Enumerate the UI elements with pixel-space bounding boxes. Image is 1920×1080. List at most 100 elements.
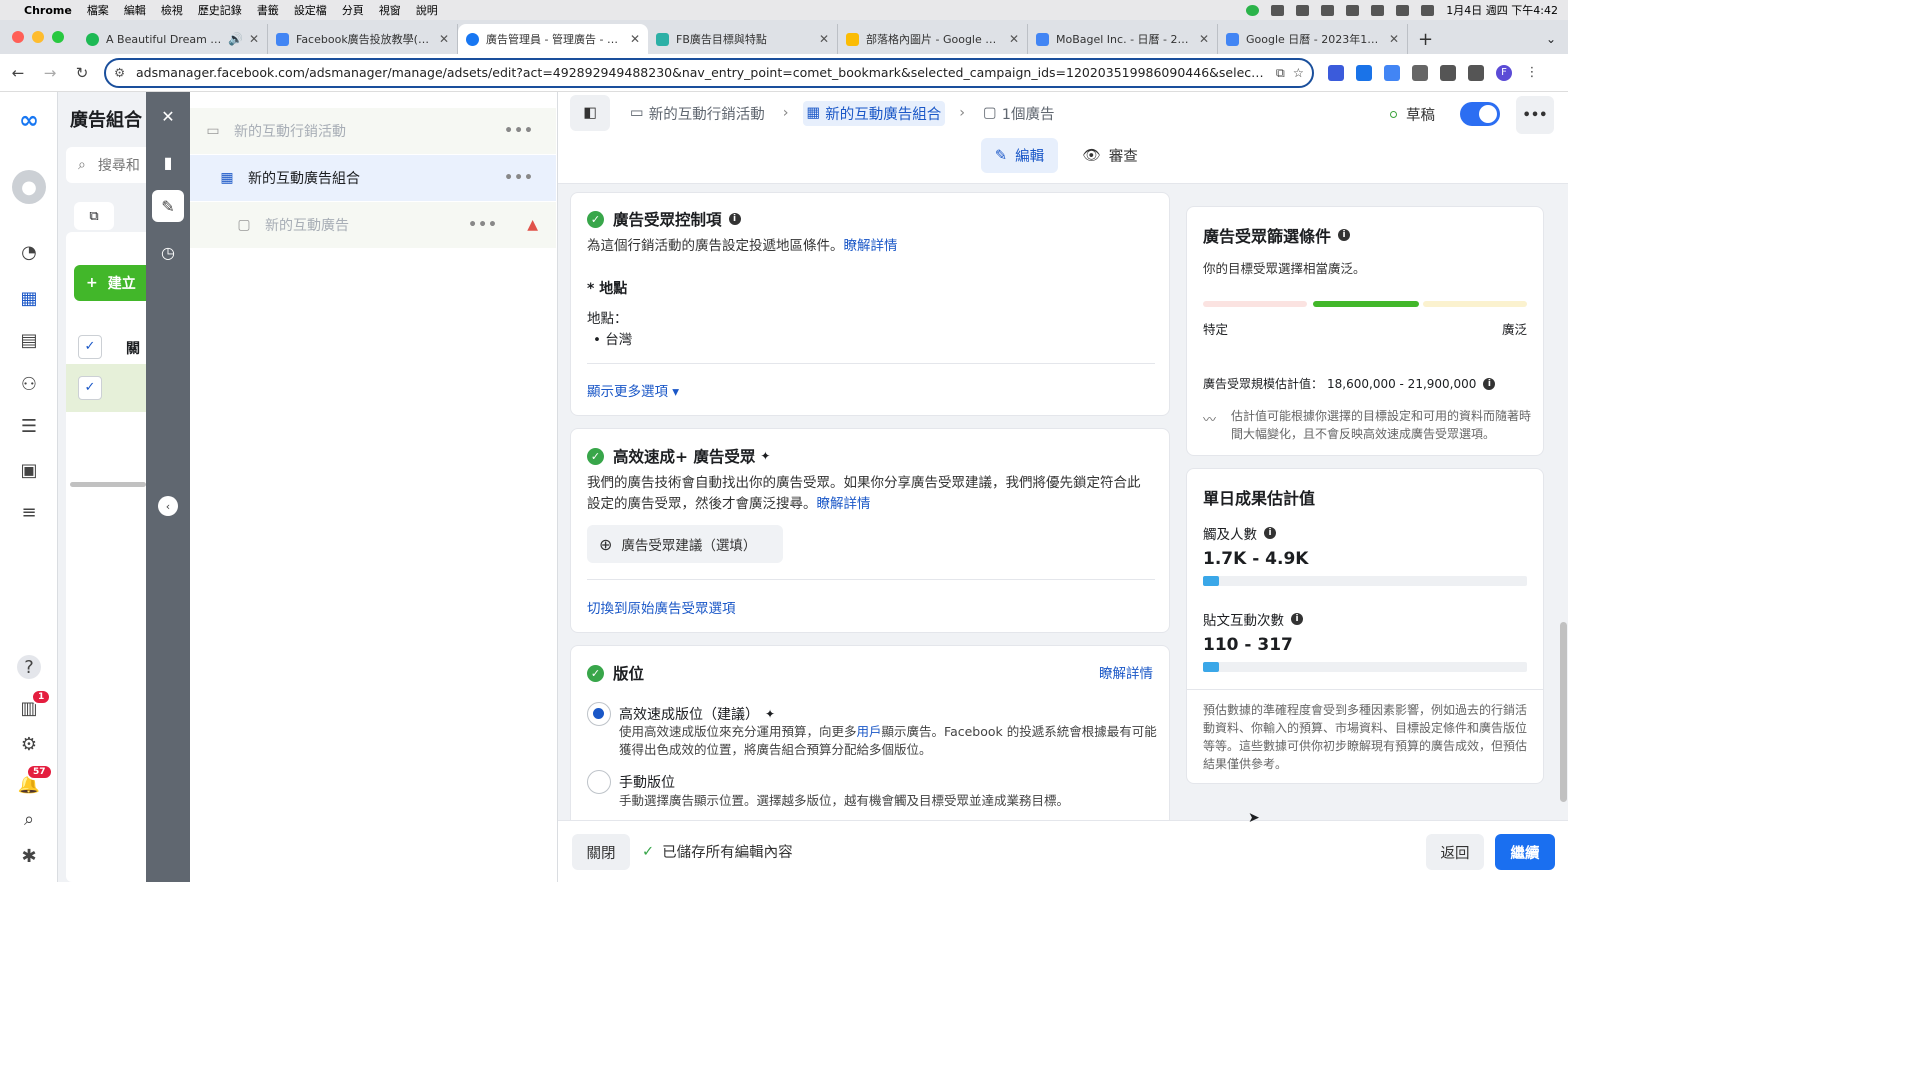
close-icon[interactable]: ✕ <box>1009 32 1019 46</box>
speaker-icon[interactable]: 🔊 <box>228 32 243 46</box>
manual-placements-radio[interactable] <box>587 770 611 794</box>
breadcrumb-adset[interactable]: ▦ 新的互動廣告組合 <box>802 100 946 126</box>
puzzle-icon[interactable] <box>1412 64 1428 81</box>
menu-help[interactable]: 說明 <box>416 2 438 18</box>
users-link[interactable]: 用戶 <box>857 724 882 739</box>
more-actions-button[interactable]: ••• <box>1516 96 1554 134</box>
menu-kebab-icon[interactable]: ⋮ <box>1524 65 1540 81</box>
media-library-icon[interactable]: ▣ <box>17 458 41 482</box>
info-icon[interactable]: i <box>1483 377 1496 390</box>
pages-icon[interactable]: ▤ <box>17 328 41 352</box>
tab-fb-goals[interactable]: FB廣告目標與特點 ✕ <box>648 24 838 54</box>
advantage-placements-radio[interactable] <box>587 702 611 726</box>
account-avatar[interactable]: ● <box>12 170 46 204</box>
back-button[interactable]: 返回 <box>1426 834 1484 870</box>
adset-toggle[interactable] <box>1460 102 1500 126</box>
tab-google-drive[interactable]: 部落格內圖片 - Google 雲端硬 ✕ <box>838 24 1028 54</box>
create-button[interactable]: + 建立 <box>74 265 154 301</box>
spotlight-icon[interactable] <box>1371 4 1385 16</box>
more-options-icon[interactable]: ••• <box>468 217 498 233</box>
learn-more-link[interactable]: 瞭解詳情 <box>817 496 871 512</box>
tab-spotify[interactable]: A Beautiful Dream - Andy 🔊 ✕ <box>78 24 268 54</box>
switch-original-audience-link[interactable]: 切換到原始廣告受眾選項 <box>587 597 736 617</box>
chart-icon[interactable]: ▮ <box>152 146 184 178</box>
menu-app[interactable]: Chrome <box>24 4 72 17</box>
row-checkbox[interactable]: ✓ <box>78 376 102 400</box>
info-icon[interactable]: i <box>1338 229 1351 241</box>
siri-icon[interactable] <box>1421 4 1435 16</box>
menu-bookmarks[interactable]: 書籤 <box>257 2 279 18</box>
breadcrumb-campaign[interactable]: ▭ 新的互動行銷活動 <box>626 101 769 126</box>
menu-window[interactable]: 視窗 <box>379 2 401 18</box>
continue-button[interactable]: 繼續 <box>1495 834 1555 870</box>
review-mode-button[interactable]: 👁 審查 <box>1070 138 1150 173</box>
back-icon[interactable]: ← <box>4 64 32 82</box>
wifi-icon[interactable] <box>1346 4 1360 16</box>
close-icon[interactable]: ✕ <box>630 32 640 46</box>
input-method-icon[interactable] <box>1296 4 1310 16</box>
edit-mode-button[interactable]: ✎ 編輯 <box>981 138 1058 173</box>
close-editor-icon[interactable]: ✕ <box>152 100 184 132</box>
play-icon[interactable] <box>1271 4 1285 16</box>
search-input[interactable]: ⌕ 搜尋和 <box>66 147 156 183</box>
extension-icon[interactable] <box>1356 64 1372 81</box>
tree-item-ad[interactable]: ▢ 新的互動廣告 ••• ▲ <box>190 202 556 248</box>
clock[interactable]: 1月4日 週四 下午4:42 <box>1446 2 1558 18</box>
meta-logo-icon[interactable]: ∞ <box>17 106 41 134</box>
folder-icon[interactable]: ⧉ <box>74 202 114 230</box>
close-icon[interactable]: ✕ <box>439 32 449 46</box>
close-button[interactable]: 關閉 <box>572 834 630 870</box>
minimize-window-icon[interactable] <box>32 31 44 43</box>
edit-pencil-icon[interactable]: ✎ <box>152 190 184 222</box>
chevron-down-icon[interactable]: ⌄ <box>1546 24 1556 54</box>
address-bar[interactable]: ⚙ adsmanager.facebook.com/adsmanager/man… <box>104 57 1314 88</box>
menu-tab[interactable]: 分頁 <box>342 2 364 18</box>
more-options-icon[interactable]: ••• <box>504 123 534 139</box>
info-icon[interactable]: i <box>728 213 741 225</box>
zoom-window-icon[interactable] <box>52 31 64 43</box>
tab-ads-manager[interactable]: 廣告管理員 - 管理廣告 - 廣告組 ✕ <box>458 24 648 54</box>
horizontal-scrollbar[interactable] <box>70 482 146 487</box>
tab-google-calendar[interactable]: Google 日曆 - 2023年11月 ✕ <box>1218 24 1408 54</box>
info-icon[interactable]: i <box>1264 527 1276 539</box>
dashboard-icon[interactable]: ◔ <box>17 240 41 264</box>
audience-suggestion-button[interactable]: ⊕ 廣告受眾建議（選填） <box>587 525 783 563</box>
tree-item-campaign[interactable]: ▭ 新的互動行銷活動 ••• <box>190 108 556 154</box>
info-icon[interactable]: i <box>1291 613 1303 625</box>
vertical-scrollbar[interactable] <box>1560 622 1567 802</box>
battery-icon[interactable] <box>1321 4 1335 16</box>
bookmark-star-icon[interactable]: ☆ <box>1293 65 1304 80</box>
breadcrumb-ads[interactable]: ▢ 1個廣告 <box>979 101 1058 126</box>
help-icon[interactable]: ? <box>17 655 41 679</box>
close-window-icon[interactable] <box>12 31 24 43</box>
control-center-icon[interactable] <box>1396 4 1410 16</box>
close-icon[interactable]: ✕ <box>1199 32 1209 46</box>
select-all-checkbox[interactable]: ✓ <box>78 335 102 359</box>
learn-more-link[interactable]: 瞭解詳情 <box>844 238 898 254</box>
extension-icon[interactable] <box>1328 64 1344 81</box>
menu-file[interactable]: 檔案 <box>87 2 109 18</box>
tab-blog-docs[interactable]: Facebook廣告投放教學(下篇)： ✕ <box>268 24 458 54</box>
profile-avatar[interactable]: F <box>1496 64 1512 81</box>
more-options-icon[interactable]: ••• <box>504 170 534 186</box>
media-icon[interactable] <box>1440 64 1456 81</box>
close-icon[interactable]: ✕ <box>249 32 259 46</box>
placements-learn-more-link[interactable]: 瞭解詳情 <box>1099 662 1153 682</box>
new-tab-button[interactable]: + <box>1408 24 1443 54</box>
audiences-icon[interactable]: ⚇ <box>17 372 41 396</box>
history-clock-icon[interactable]: ◷ <box>152 236 184 268</box>
close-icon[interactable]: ✕ <box>819 32 829 46</box>
menu-view[interactable]: 檢視 <box>161 2 183 18</box>
collapse-chevron-icon[interactable]: ‹ <box>158 496 178 516</box>
translate-icon[interactable] <box>1384 64 1400 81</box>
toggle-panel-icon[interactable]: ◧ <box>570 95 610 131</box>
ads-manager-icon[interactable]: ▦ <box>17 286 41 310</box>
search-icon[interactable]: ⌕ <box>17 807 41 831</box>
line-icon[interactable] <box>1246 4 1260 16</box>
menu-edit[interactable]: 編輯 <box>124 2 146 18</box>
menu-profiles[interactable]: 設定檔 <box>294 2 327 18</box>
all-tools-icon[interactable]: ≡ <box>17 500 41 524</box>
reload-icon[interactable]: ↻ <box>68 64 96 82</box>
settings-gear-icon[interactable]: ⚙ <box>17 732 41 756</box>
side-panel-icon[interactable] <box>1468 64 1484 81</box>
